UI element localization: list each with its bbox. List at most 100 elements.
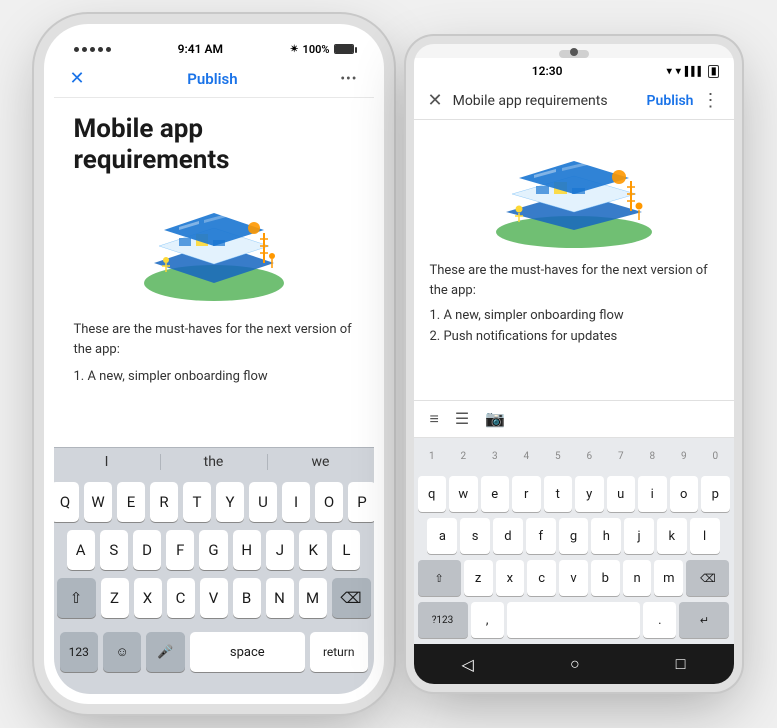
ios-battery-icon: [334, 44, 354, 54]
android-more-button[interactable]: ⋮: [702, 90, 720, 111]
ios-autocomplete-3[interactable]: we: [268, 454, 374, 470]
ios-key-l[interactable]: L: [332, 530, 360, 570]
android-period-key[interactable]: .: [643, 602, 676, 638]
android-key-k[interactable]: k: [657, 518, 687, 554]
android-key-s[interactable]: s: [460, 518, 490, 554]
ios-key-x[interactable]: X: [134, 578, 162, 618]
ios-close-button[interactable]: ✕: [70, 68, 85, 89]
ios-key-n[interactable]: N: [266, 578, 294, 618]
ios-key-v[interactable]: V: [200, 578, 228, 618]
android-key-l[interactable]: l: [690, 518, 720, 554]
ios-battery-text: 100%: [303, 43, 330, 56]
android-key-f[interactable]: f: [526, 518, 556, 554]
ios-phone: 9:41 AM ✴ 100% ✕ Publish ••• Mo: [44, 24, 384, 704]
android-key-v[interactable]: v: [559, 560, 588, 596]
android-publish-button[interactable]: Publish: [647, 93, 694, 109]
ios-key-q[interactable]: Q: [54, 482, 80, 522]
android-key-m[interactable]: m: [654, 560, 683, 596]
android-key-e[interactable]: e: [481, 476, 510, 512]
android-key-t[interactable]: t: [544, 476, 573, 512]
android-num-5[interactable]: 5: [544, 442, 573, 470]
android-key-p[interactable]: p: [701, 476, 730, 512]
ios-key-f[interactable]: F: [166, 530, 194, 570]
android-num-0[interactable]: 0: [701, 442, 730, 470]
android-key-y[interactable]: y: [575, 476, 604, 512]
ios-key-w[interactable]: W: [84, 482, 112, 522]
ios-autocomplete-bar: I the we: [54, 447, 374, 476]
ios-space-key[interactable]: space: [190, 632, 305, 672]
ios-emoji-key[interactable]: ☺: [103, 632, 141, 672]
android-key-c[interactable]: c: [527, 560, 556, 596]
android-num-7[interactable]: 7: [607, 442, 636, 470]
android-toolbar-right: Publish ⋮: [647, 90, 720, 111]
android-key-o[interactable]: o: [670, 476, 699, 512]
android-phone: 12:30 ▾ ▾ ▌▌▌ ▮ ✕ Mobile app requirement…: [414, 44, 734, 684]
android-num-9[interactable]: 9: [670, 442, 699, 470]
android-key-w[interactable]: w: [449, 476, 478, 512]
ios-key-d[interactable]: D: [133, 530, 161, 570]
ios-autocomplete-2[interactable]: the: [161, 454, 268, 470]
ios-more-button[interactable]: •••: [340, 71, 357, 87]
android-num-2[interactable]: 2: [449, 442, 478, 470]
android-comma-key[interactable]: ,: [471, 602, 504, 638]
android-num-4[interactable]: 4: [512, 442, 541, 470]
ios-key-o[interactable]: O: [315, 482, 343, 522]
android-key-n[interactable]: n: [623, 560, 652, 596]
android-key-row-1: q w e r t y u i o p: [418, 476, 730, 512]
ios-autocomplete-1[interactable]: I: [54, 454, 161, 470]
ios-key-k[interactable]: K: [299, 530, 327, 570]
android-num-6[interactable]: 6: [575, 442, 604, 470]
ios-key-i[interactable]: I: [282, 482, 310, 522]
android-key-u[interactable]: u: [607, 476, 636, 512]
android-key-b[interactable]: b: [591, 560, 620, 596]
ios-publish-button[interactable]: Publish: [187, 70, 237, 88]
android-key-j[interactable]: j: [624, 518, 654, 554]
android-home-button[interactable]: ○: [570, 654, 580, 674]
ios-key-y[interactable]: Y: [216, 482, 244, 522]
ios-key-h[interactable]: H: [233, 530, 261, 570]
ios-return-key[interactable]: return: [310, 632, 368, 672]
android-key-a[interactable]: a: [427, 518, 457, 554]
ios-key-j[interactable]: J: [266, 530, 294, 570]
ios-key-g[interactable]: G: [199, 530, 227, 570]
android-key-i[interactable]: i: [638, 476, 667, 512]
ios-backspace-key[interactable]: ⌫: [332, 578, 371, 618]
android-format-list-number[interactable]: ☰: [455, 409, 469, 429]
ios-key-a[interactable]: A: [67, 530, 95, 570]
ios-key-b[interactable]: B: [233, 578, 261, 618]
android-content: These are the must-haves for the next ve…: [414, 120, 734, 400]
ios-key-p[interactable]: P: [348, 482, 374, 522]
android-back-button[interactable]: ◁: [462, 655, 474, 674]
android-key-g[interactable]: g: [559, 518, 589, 554]
android-close-button[interactable]: ✕: [428, 90, 443, 111]
android-sym-key[interactable]: ?123: [418, 602, 468, 638]
ios-key-t[interactable]: T: [183, 482, 211, 522]
ios-key-m[interactable]: M: [299, 578, 327, 618]
android-num-3[interactable]: 3: [481, 442, 510, 470]
ios-mic-key[interactable]: 🎤: [146, 632, 184, 672]
android-format-image[interactable]: 📷: [485, 409, 505, 429]
ios-key-r[interactable]: R: [150, 482, 178, 522]
android-num-8[interactable]: 8: [638, 442, 667, 470]
android-key-r[interactable]: r: [512, 476, 541, 512]
android-key-d[interactable]: d: [493, 518, 523, 554]
ios-key-s[interactable]: S: [100, 530, 128, 570]
ios-key-z[interactable]: Z: [101, 578, 129, 618]
android-return-key[interactable]: ↵: [679, 602, 729, 638]
android-key-q[interactable]: q: [418, 476, 447, 512]
android-key-h[interactable]: h: [591, 518, 621, 554]
android-key-x[interactable]: x: [496, 560, 525, 596]
android-status-icons: ▾ ▾ ▌▌▌ ▮: [667, 65, 720, 78]
android-backspace-key[interactable]: ⌫: [686, 560, 729, 596]
android-key-z[interactable]: z: [464, 560, 493, 596]
ios-key-c[interactable]: C: [167, 578, 195, 618]
ios-key-e[interactable]: E: [117, 482, 145, 522]
ios-num-key[interactable]: 123: [60, 632, 98, 672]
android-num-1[interactable]: 1: [418, 442, 447, 470]
ios-shift-key[interactable]: ⇧: [57, 578, 96, 618]
android-space-key[interactable]: [507, 602, 640, 638]
android-format-list-bullet[interactable]: ≡: [430, 409, 439, 429]
android-recents-button[interactable]: □: [676, 654, 686, 674]
android-shift-key[interactable]: ⇧: [418, 560, 461, 596]
ios-key-u[interactable]: U: [249, 482, 277, 522]
